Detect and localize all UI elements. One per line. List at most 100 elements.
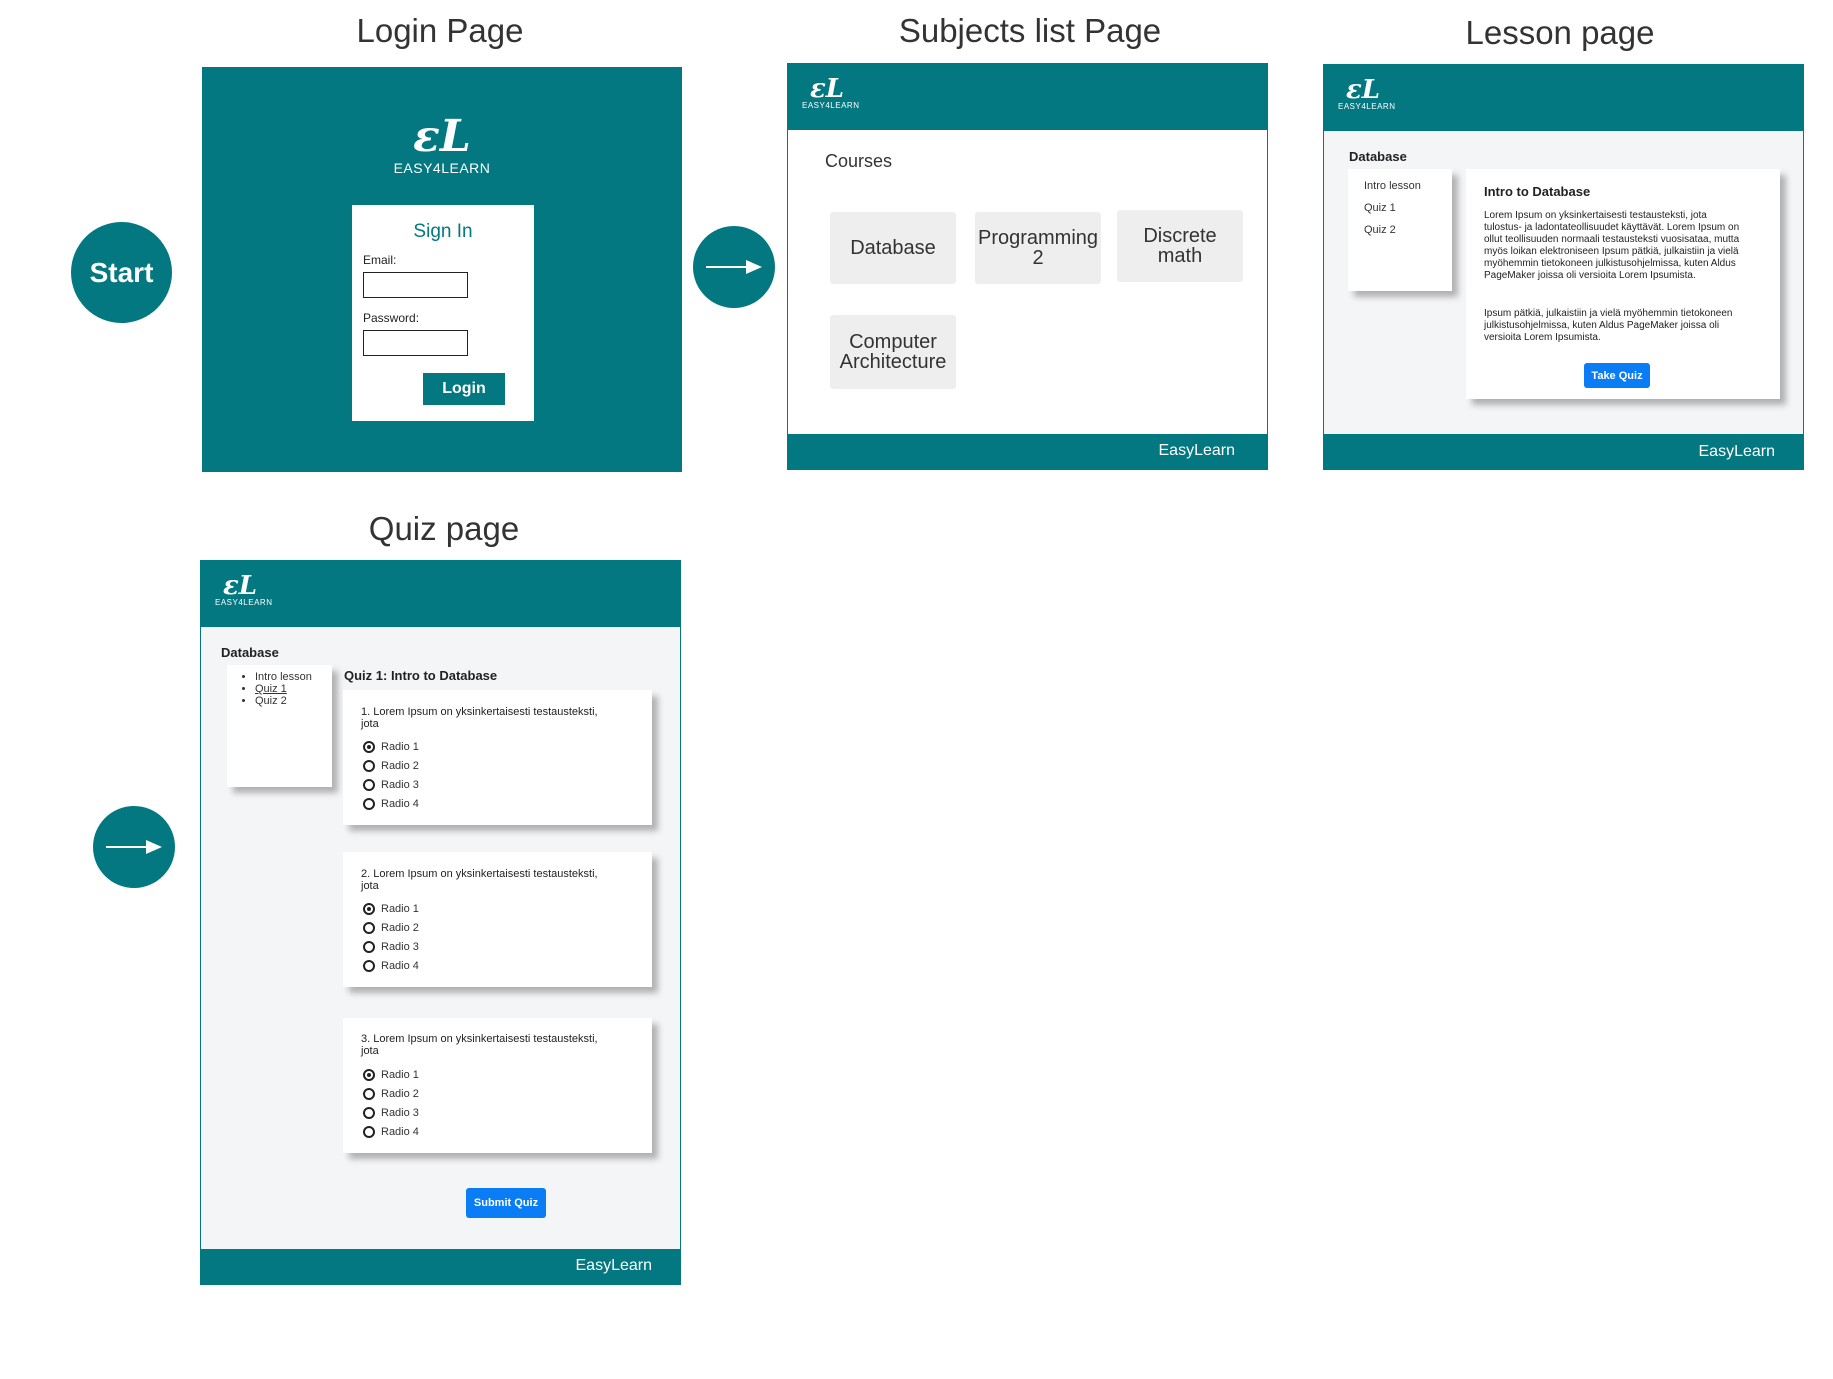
footer-brand: EasyLearn xyxy=(575,1257,653,1274)
logo-mark: εL xyxy=(413,111,471,162)
radio-option[interactable]: Radio 4 xyxy=(363,798,419,810)
radio-button[interactable] xyxy=(363,779,375,791)
login-page-frame: εL EASY4LEARN Sign In Email: Password: L… xyxy=(202,67,682,472)
radio-option[interactable]: Radio 2 xyxy=(363,922,419,934)
subjects-page-title: Subjects list Page xyxy=(898,12,1162,49)
radio-option[interactable]: Radio 1 xyxy=(363,741,419,753)
radio-button[interactable] xyxy=(363,1088,375,1100)
question-text: 1. Lorem Ipsum on yksinkertaisesti testa… xyxy=(361,706,598,730)
subjects-header: εL EASY4LEARN xyxy=(788,64,1267,130)
radio-option[interactable]: Radio 3 xyxy=(363,1107,419,1119)
logo-wordmark: EASY4LEARN xyxy=(1338,102,1396,111)
course-tile-computer-architecture[interactable]: Computer Architecture xyxy=(830,315,956,389)
subjects-page-frame: εL EASY4LEARN Courses Database Programmi… xyxy=(787,63,1268,470)
radio-option[interactable]: Radio 3 xyxy=(363,779,419,791)
question-text: 2. Lorem Ipsum on yksinkertaisesti testa… xyxy=(361,868,598,892)
logo-wordmark: EASY4LEARN xyxy=(802,101,860,110)
radio-label: Radio 3 xyxy=(381,1107,419,1119)
sign-in-heading: Sign In xyxy=(413,221,473,242)
footer-brand: EasyLearn xyxy=(1698,443,1776,460)
quiz-nav: Intro lesson Quiz 1 Quiz 2 xyxy=(227,665,332,787)
take-quiz-button[interactable]: Take Quiz xyxy=(1584,363,1650,388)
submit-quiz-button[interactable]: Submit Quiz xyxy=(466,1188,546,1218)
logo-wordmark: EASY4LEARN xyxy=(215,598,273,607)
quiz-page-frame: εL EASY4LEARN Database Intro lesson Quiz… xyxy=(200,560,681,1285)
logo: εL EASY4LEARN xyxy=(802,74,860,110)
quiz-title: Quiz 1: Intro to Database xyxy=(344,668,498,683)
footer-brand: EasyLearn xyxy=(1158,442,1236,459)
arrow-right-icon xyxy=(106,840,162,854)
course-tile-database[interactable]: Database xyxy=(830,212,956,284)
start-label: Start xyxy=(89,256,154,288)
password-label: Password: xyxy=(363,311,420,325)
radio-label: Radio 2 xyxy=(381,922,419,934)
radio-option[interactable]: Radio 4 xyxy=(363,1126,419,1138)
arrow-right-icon xyxy=(706,260,762,274)
logo-wordmark: EASY4LEARN xyxy=(393,160,491,176)
quiz-section-title: Database xyxy=(221,645,279,660)
radio-label: Radio 4 xyxy=(381,798,419,810)
start-node: Start xyxy=(71,222,172,323)
nav-item-quiz-1[interactable]: Quiz 1 xyxy=(1364,202,1396,214)
logo-mark: εL xyxy=(222,571,258,601)
lesson-page-frame: εL EASY4LEARN Database Intro lesson Quiz… xyxy=(1323,64,1804,470)
login-button[interactable]: Login xyxy=(423,373,505,405)
nav-item-quiz-2[interactable]: Quiz 2 xyxy=(1364,224,1396,236)
subjects-footer: EasyLearn xyxy=(788,434,1267,469)
radio-label: Radio 1 xyxy=(381,741,419,753)
radio-button[interactable] xyxy=(363,941,375,953)
question-card: 1. Lorem Ipsum on yksinkertaisesti testa… xyxy=(343,690,652,825)
nav-item-quiz-2[interactable]: Quiz 2 xyxy=(255,695,312,707)
radio-button[interactable] xyxy=(363,798,375,810)
logo-mark: εL xyxy=(809,74,845,104)
radio-label: Radio 1 xyxy=(381,903,419,915)
logo-mark: εL xyxy=(1345,75,1381,105)
radio-button[interactable] xyxy=(363,903,375,915)
radio-button[interactable] xyxy=(363,1069,375,1081)
quiz-header: εL EASY4LEARN xyxy=(201,561,680,627)
course-tile-discrete-math[interactable]: Discrete math xyxy=(1117,210,1243,282)
nav-item-quiz-1[interactable]: Quiz 1 xyxy=(255,683,312,695)
logo: εL EASY4LEARN xyxy=(215,571,273,607)
course-tile-programming-2[interactable]: Programming 2 xyxy=(975,212,1101,284)
courses-label: Courses xyxy=(825,151,893,171)
lesson-header: εL EASY4LEARN xyxy=(1324,65,1803,131)
lesson-nav: Intro lesson Quiz 1 Quiz 2 xyxy=(1348,169,1452,291)
radio-label: Radio 1 xyxy=(381,1069,419,1081)
radio-button[interactable] xyxy=(363,960,375,972)
nav-item-intro-lesson[interactable]: Intro lesson xyxy=(255,671,312,683)
question-card: 3. Lorem Ipsum on yksinkertaisesti testa… xyxy=(343,1018,652,1153)
radio-label: Radio 2 xyxy=(381,760,419,772)
nav-item-intro-lesson[interactable]: Intro lesson xyxy=(1364,180,1421,192)
radio-button[interactable] xyxy=(363,1107,375,1119)
lesson-card-title: Intro to Database xyxy=(1484,184,1591,199)
radio-option[interactable]: Radio 4 xyxy=(363,960,419,972)
password-field[interactable] xyxy=(363,330,468,356)
lesson-footer: EasyLearn xyxy=(1324,434,1803,469)
quiz-nav-list: Intro lesson Quiz 1 Quiz 2 xyxy=(227,671,312,707)
radio-option[interactable]: Radio 2 xyxy=(363,1088,419,1100)
email-field[interactable] xyxy=(363,272,468,298)
question-options: Radio 1 Radio 2 Radio 3 Radio 4 xyxy=(363,903,419,979)
question-card: 2. Lorem Ipsum on yksinkertaisesti testa… xyxy=(343,852,652,987)
radio-label: Radio 3 xyxy=(381,779,419,791)
radio-option[interactable]: Radio 1 xyxy=(363,903,419,915)
lesson-paragraph-2: Ipsum pätkiä, julkaistiin ja vielä myöhe… xyxy=(1484,308,1733,343)
lesson-paragraph-1: Lorem Ipsum on yksinkertaisesti testaust… xyxy=(1484,210,1740,281)
radio-button[interactable] xyxy=(363,1126,375,1138)
email-label: Email: xyxy=(363,253,397,267)
radio-option[interactable]: Radio 1 xyxy=(363,1069,419,1081)
radio-button[interactable] xyxy=(363,741,375,753)
radio-option[interactable]: Radio 2 xyxy=(363,760,419,772)
radio-label: Radio 4 xyxy=(381,1126,419,1138)
lesson-section-title: Database xyxy=(1349,149,1407,164)
logo: εL EASY4LEARN xyxy=(392,111,492,176)
radio-label: Radio 4 xyxy=(381,960,419,972)
radio-option[interactable]: Radio 3 xyxy=(363,941,419,953)
flow-arrow-to-quiz xyxy=(93,806,175,888)
login-page-title: Login Page xyxy=(356,12,524,49)
flow-arrow-to-subjects xyxy=(693,226,775,308)
radio-label: Radio 3 xyxy=(381,941,419,953)
radio-button[interactable] xyxy=(363,760,375,772)
radio-button[interactable] xyxy=(363,922,375,934)
